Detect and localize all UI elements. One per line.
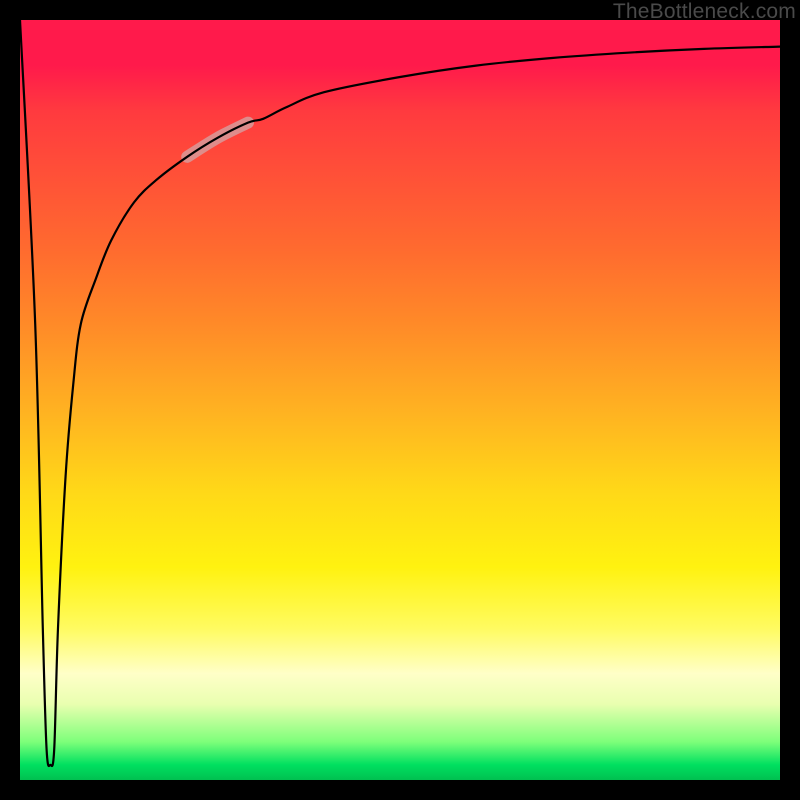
curve-svg — [20, 20, 780, 780]
main-curve — [20, 20, 780, 766]
plot-area — [20, 20, 780, 780]
chart-frame: TheBottleneck.com — [0, 0, 800, 800]
watermark-text: TheBottleneck.com — [613, 0, 796, 24]
